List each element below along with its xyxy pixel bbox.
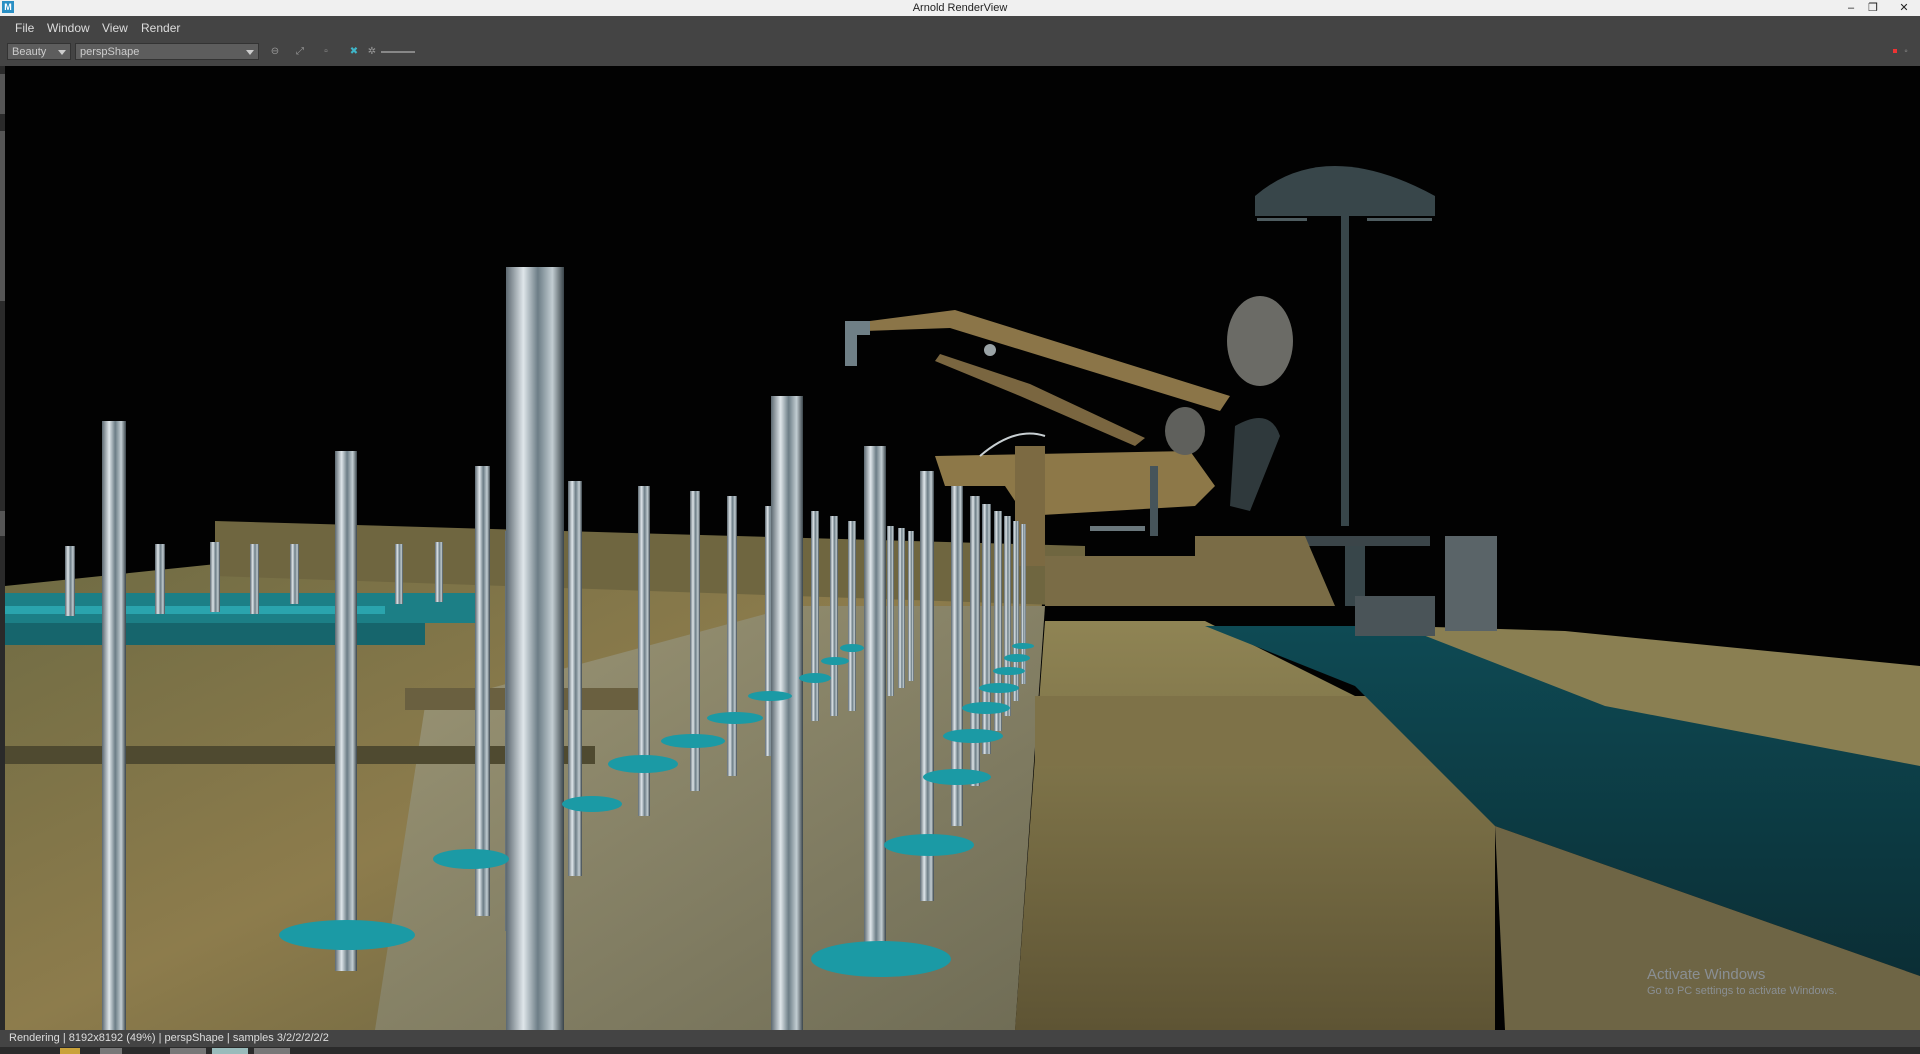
menu-render[interactable]: Render <box>141 21 180 35</box>
exposure-slider[interactable] <box>381 51 415 53</box>
teal-rollers <box>5 593 475 645</box>
render-image <box>5 166 1920 1030</box>
app-icon[interactable] <box>254 1048 290 1054</box>
close-button[interactable]: ✕ <box>1893 0 1915 16</box>
minimize-button[interactable]: – <box>1840 0 1862 16</box>
status-bar: Rendering | 8192x8192 (49%) | perspShape… <box>0 1030 1920 1047</box>
stop-render-icon[interactable]: ⊖ <box>268 45 282 59</box>
settings-gear-icon[interactable]: ✲ <box>365 45 379 59</box>
chevron-down-icon <box>246 50 254 55</box>
camera-select[interactable]: perspShape <box>75 43 259 60</box>
plank <box>1035 696 1435 766</box>
app-icon[interactable] <box>212 1048 248 1054</box>
aov-select-value: Beauty <box>12 46 47 58</box>
watermark-title: Activate Windows <box>1647 966 1766 983</box>
menu-file[interactable]: File <box>15 21 34 35</box>
chevron-down-icon <box>58 50 66 55</box>
aov-select[interactable]: Beauty <box>7 43 71 60</box>
refresh-icon[interactable]: ⤢ <box>293 45 307 59</box>
window-title: Arnold RenderView <box>912 2 1008 14</box>
activate-windows-watermark: Activate Windows Go to PC settings to ac… <box>1647 966 1837 997</box>
menu-window[interactable]: Window <box>47 21 90 35</box>
snapshot-icon[interactable]: ✖ <box>347 45 361 59</box>
app-icon[interactable] <box>170 1048 206 1054</box>
render-status-text: Rendering | 8192x8192 (49%) | perspShape… <box>9 1032 329 1044</box>
camera-select-value: perspShape <box>80 46 140 58</box>
render-status-dot <box>1893 49 1897 53</box>
menu-view[interactable]: View <box>102 21 128 35</box>
folder-icon[interactable] <box>60 1048 80 1054</box>
restore-button[interactable]: ❐ <box>1862 0 1884 16</box>
one-to-one-icon[interactable]: ▫ <box>319 45 333 59</box>
app-icon[interactable] <box>100 1048 122 1054</box>
toolbar: Beauty perspShape ⊖ ⤢ ▫ ✖ ✲ ◦ <box>0 40 1920 64</box>
watermark-subtitle: Go to PC settings to activate Windows. <box>1647 985 1838 997</box>
title-bar: M Arnold RenderView – ❐ ✕ <box>0 0 1920 16</box>
taskbar <box>0 1047 1920 1054</box>
render-viewport[interactable]: Activate Windows Go to PC settings to ac… <box>5 66 1920 1030</box>
pin-icon[interactable]: ◦ <box>1899 45 1913 59</box>
menu-bar: File Window View Render <box>0 16 1920 40</box>
